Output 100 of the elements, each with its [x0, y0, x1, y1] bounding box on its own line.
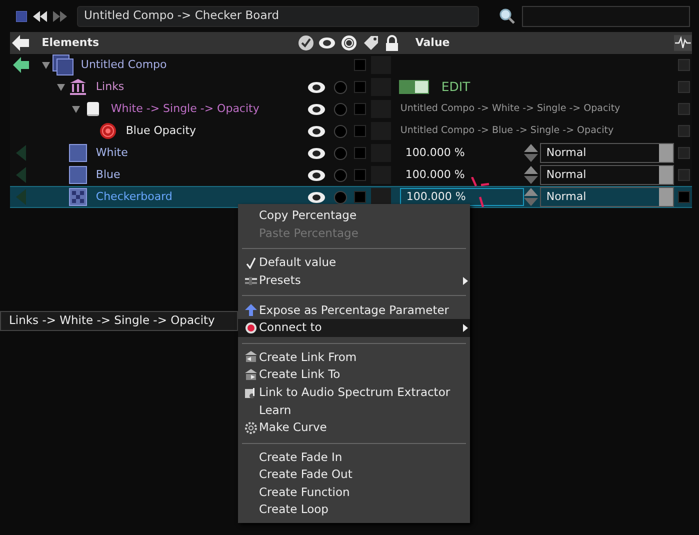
element-name[interactable]: Untitled Compo	[80, 56, 167, 74]
square-icon	[68, 144, 87, 162]
percent-field[interactable]: 100.000 %	[400, 166, 524, 184]
checkbox[interactable]	[678, 103, 690, 115]
link-from-icon	[244, 351, 256, 364]
square-icon	[68, 166, 87, 184]
menu-item[interactable]: Connect to	[238, 318, 470, 337]
menu-item[interactable]: Presets	[238, 272, 470, 290]
tag-icon[interactable]	[362, 35, 379, 51]
menu-item[interactable]: Create Loop	[238, 501, 470, 519]
blend-dropdown[interactable]: Normal	[540, 143, 674, 163]
checkbox[interactable]	[354, 147, 366, 159]
back-arrow-icon[interactable]	[12, 34, 30, 52]
checkbox[interactable]	[354, 59, 366, 71]
checkbox[interactable]	[354, 125, 366, 137]
checkbox[interactable]	[678, 169, 690, 181]
path-field[interactable]: Untitled Compo -> Checker Board	[77, 6, 479, 26]
eye-icon[interactable]	[308, 192, 325, 202]
expand-triangle-icon[interactable]	[56, 82, 65, 92]
menu-item[interactable]: Create Fade Out	[238, 466, 470, 484]
spinner-icon[interactable]	[524, 166, 538, 184]
menu-item[interactable]: Make Curve	[238, 418, 470, 437]
menu-item[interactable]: Expose as Percentage Parameter	[238, 301, 470, 319]
menu-item[interactable]: Copy Percentage	[238, 207, 470, 225]
blend-dropdown[interactable]: Normal	[540, 165, 674, 185]
solo-toggle[interactable]	[334, 146, 347, 160]
checkbox[interactable]	[354, 191, 366, 203]
menu-item[interactable]: Learn	[238, 401, 470, 419]
eye-icon[interactable]	[308, 82, 325, 92]
tooltip: Links -> White -> Single -> Opacity	[0, 311, 238, 331]
left-arrow-icon[interactable]	[12, 57, 29, 73]
checkbox[interactable]	[678, 125, 690, 137]
solo-toggle[interactable]	[334, 190, 347, 204]
left-triangle-icon[interactable]	[16, 167, 26, 183]
check-icon[interactable]	[298, 35, 314, 51]
eye-icon[interactable]	[308, 148, 325, 158]
spinner-icon[interactable]	[524, 144, 538, 162]
element-name[interactable]: Blue Opacity	[126, 122, 196, 140]
link-to-icon	[244, 368, 256, 381]
lock-icon[interactable]	[384, 35, 400, 51]
building-icon	[68, 78, 87, 96]
menu-item[interactable]: Link to Audio Spectrum Extractor	[238, 384, 470, 402]
presets-icon	[244, 276, 256, 285]
percent-field[interactable]: 100.000 %	[400, 144, 524, 162]
eye-icon[interactable]	[308, 104, 325, 114]
link-path: Untitled Compo -> Blue -> Single -> Opacity	[400, 124, 614, 138]
expand-triangle-icon[interactable]	[72, 104, 80, 114]
blend-dropdown[interactable]: Normal	[540, 187, 674, 207]
solo-icon[interactable]	[341, 35, 357, 51]
menu-item[interactable]: Default value	[238, 254, 470, 272]
edit-label: EDIT	[441, 78, 470, 96]
link-path: Untitled Compo -> White -> Single -> Opacity	[400, 102, 620, 116]
tree-row[interactable]: Checkerboard 100.000 % Normal	[10, 186, 692, 208]
checkbox[interactable]	[678, 147, 690, 159]
waveform-icon[interactable]	[674, 35, 692, 51]
menu-item[interactable]: Create Link To	[238, 366, 470, 384]
expand-triangle-icon[interactable]	[42, 60, 50, 70]
rewind-icon[interactable]	[33, 10, 47, 22]
checkbox[interactable]	[678, 59, 690, 71]
element-name[interactable]: Blue	[96, 166, 120, 184]
click-burst-icon	[469, 177, 491, 209]
menu-item[interactable]: Create Link From	[238, 348, 470, 366]
composition-icon	[52, 54, 74, 76]
checkbox[interactable]	[354, 81, 366, 93]
eye-icon[interactable]	[308, 170, 325, 180]
search-field[interactable]	[522, 6, 690, 26]
column-header: Value	[415, 34, 451, 51]
element-name[interactable]: White	[96, 144, 128, 162]
check-icon	[246, 256, 256, 269]
audio-icon	[244, 386, 256, 399]
composition-icon[interactable]	[16, 10, 27, 22]
eye-icon[interactable]	[319, 35, 336, 51]
element-name[interactable]: Checkerboard	[96, 188, 172, 206]
tree-row[interactable]: Untitled Compo	[10, 54, 692, 76]
gear-icon	[244, 422, 256, 434]
solo-toggle[interactable]	[334, 124, 347, 138]
scroll-icon	[84, 101, 101, 117]
checkbox[interactable]	[678, 81, 690, 93]
up-arrow-icon	[244, 304, 256, 316]
checkbox[interactable]	[678, 191, 690, 203]
target-icon	[98, 122, 117, 140]
spinner-icon[interactable]	[524, 188, 538, 206]
checkbox[interactable]	[354, 103, 366, 115]
element-name[interactable]: Links	[96, 78, 124, 96]
column-header: Elements	[42, 34, 100, 51]
left-triangle-icon[interactable]	[16, 189, 26, 205]
eye-icon[interactable]	[308, 126, 325, 136]
checker-icon	[68, 188, 87, 206]
toggle-switch[interactable]	[399, 80, 430, 94]
solo-toggle[interactable]	[334, 102, 347, 116]
solo-toggle[interactable]	[334, 168, 347, 182]
search-icon[interactable]	[499, 8, 515, 24]
solo-toggle[interactable]	[334, 80, 347, 94]
left-triangle-icon[interactable]	[16, 145, 26, 161]
element-name[interactable]: White -> Single -> Opacity	[110, 100, 260, 118]
forward-icon[interactable]	[53, 10, 67, 22]
menu-item[interactable]: Create Fade In	[238, 448, 470, 466]
menu-item[interactable]: Create Function	[238, 484, 470, 502]
record-icon	[244, 322, 256, 334]
checkbox[interactable]	[354, 169, 366, 181]
